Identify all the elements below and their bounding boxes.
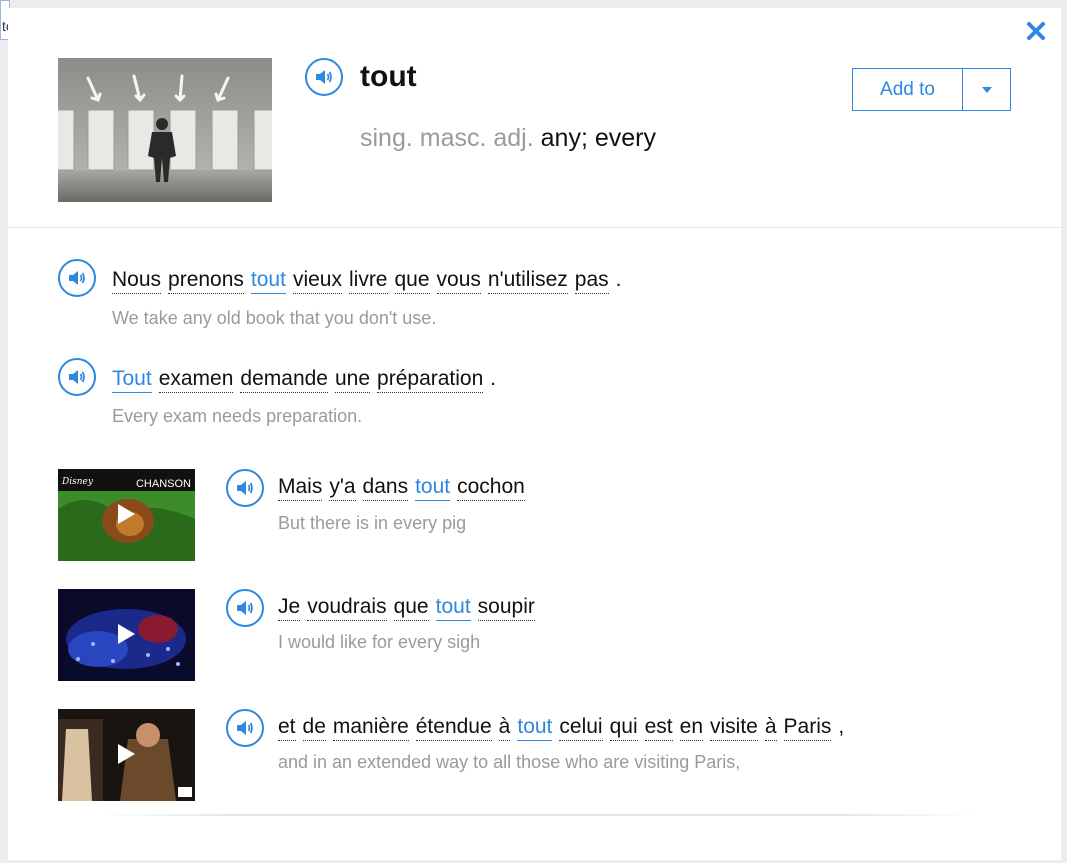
english-translation: We take any old book that you don't use.: [112, 308, 437, 328]
sentence-word[interactable]: soupir: [477, 595, 535, 621]
caret-down-icon: [981, 86, 992, 93]
video-label: CHANSON: [135, 478, 191, 490]
highlighted-word[interactable]: tout: [517, 715, 553, 741]
sentence-word[interactable]: est: [644, 715, 673, 741]
sentence-word[interactable]: visite: [710, 715, 758, 741]
example-audio-button[interactable]: [226, 469, 264, 507]
add-to-dropdown: Add to: [852, 68, 1011, 111]
english-translation: I would like for every sigh: [278, 632, 481, 652]
french-sentence: Mais y'a dans tout cochon: [278, 475, 532, 501]
french-sentence: Je voudrais que tout soupir: [278, 595, 542, 621]
english-translation: But there is in every pig: [278, 513, 467, 533]
sentence-word[interactable]: livre: [348, 268, 388, 294]
word-detail-modal: tout sing. masc. adj. any; every Add to …: [8, 8, 1061, 860]
add-to-caret-button[interactable]: [963, 69, 1010, 110]
list-divider: [98, 814, 978, 816]
french-sentence: Nous prenons tout vieux livre que vous n'utilis…: [112, 268, 626, 294]
svg-text:Disney: Disney: [61, 477, 94, 487]
sentence-word[interactable]: étendue: [415, 715, 492, 741]
play-icon: [118, 504, 135, 524]
highlighted-word[interactable]: tout: [250, 268, 286, 294]
video-thumbnail[interactable]: [58, 589, 195, 681]
sentence-word[interactable]: n'utilisez: [487, 268, 568, 294]
speaker-icon: [316, 70, 332, 84]
sentence-word[interactable]: celui: [559, 715, 603, 741]
french-sentence: et de manière étendue à tout celui qui est en visi…: [278, 715, 848, 741]
video-thumbnail[interactable]: [58, 709, 195, 801]
sentence-word[interactable]: Paris: [783, 715, 832, 741]
definition: any; every: [540, 124, 656, 152]
part-of-speech: sing. masc. adj.: [360, 124, 534, 152]
sentence-word[interactable]: vieux: [292, 268, 342, 294]
example-audio-button[interactable]: [226, 589, 264, 627]
sentence-word[interactable]: prenons: [168, 268, 244, 294]
part-of-speech-line: sing. masc. adj. any; every: [360, 124, 656, 153]
sentence-word[interactable]: et: [278, 715, 296, 741]
word-illustration: [58, 58, 272, 202]
highlighted-word[interactable]: Tout: [112, 367, 152, 393]
sentence-word[interactable]: demande: [240, 367, 328, 393]
play-icon: [118, 744, 135, 764]
sentence-word[interactable]: qui: [609, 715, 638, 741]
sentence-word[interactable]: Nous: [112, 268, 162, 294]
english-translation: and in an extended way to all those who …: [278, 752, 741, 772]
sentence-word[interactable]: que: [394, 268, 430, 294]
sentence-word[interactable]: examen: [158, 367, 234, 393]
example-audio-button[interactable]: [226, 709, 264, 747]
header-divider: [8, 227, 1061, 228]
add-to-button[interactable]: Add to: [853, 69, 963, 110]
sentence-word[interactable]: voudrais: [307, 595, 387, 621]
highlighted-word[interactable]: tout: [435, 595, 471, 621]
sentence-word[interactable]: cochon: [457, 475, 525, 501]
video-thumbnail[interactable]: Disney CHANSON: [58, 469, 195, 561]
punctuation: ,: [838, 715, 845, 738]
headword-audio-button[interactable]: [305, 58, 343, 96]
highlighted-word[interactable]: tout: [415, 475, 451, 501]
speaker-icon: [69, 271, 85, 285]
sentence-word[interactable]: pas: [574, 268, 609, 294]
sentence-word[interactable]: préparation: [377, 367, 484, 393]
sentence-word[interactable]: que: [393, 595, 429, 621]
english-translation: Every exam needs preparation.: [112, 406, 363, 426]
sentence-word[interactable]: en: [679, 715, 703, 741]
punctuation: .: [490, 367, 497, 390]
speaker-icon: [237, 601, 253, 615]
punctuation: .: [615, 268, 622, 291]
sentence-word[interactable]: Mais: [278, 475, 323, 501]
sentence-word[interactable]: dans: [362, 475, 409, 501]
speaker-icon: [69, 370, 85, 384]
speaker-icon: [237, 721, 253, 735]
sentence-word[interactable]: Je: [278, 595, 301, 621]
sentence-word[interactable]: vous: [436, 268, 481, 294]
sentence-word[interactable]: à: [498, 715, 511, 741]
sentence-word[interactable]: une: [335, 367, 371, 393]
sentence-word[interactable]: y'a: [329, 475, 356, 501]
french-sentence: Tout examen demande une préparation.: [112, 367, 500, 393]
sentence-word[interactable]: manière: [332, 715, 409, 741]
speaker-icon: [237, 481, 253, 495]
play-icon: [118, 624, 135, 644]
close-icon[interactable]: [1025, 20, 1047, 42]
sentence-word[interactable]: de: [302, 715, 326, 741]
example-audio-button[interactable]: [58, 358, 96, 396]
sentence-word[interactable]: à: [764, 715, 777, 741]
headword: tout: [360, 60, 417, 93]
example-audio-button[interactable]: [58, 259, 96, 297]
